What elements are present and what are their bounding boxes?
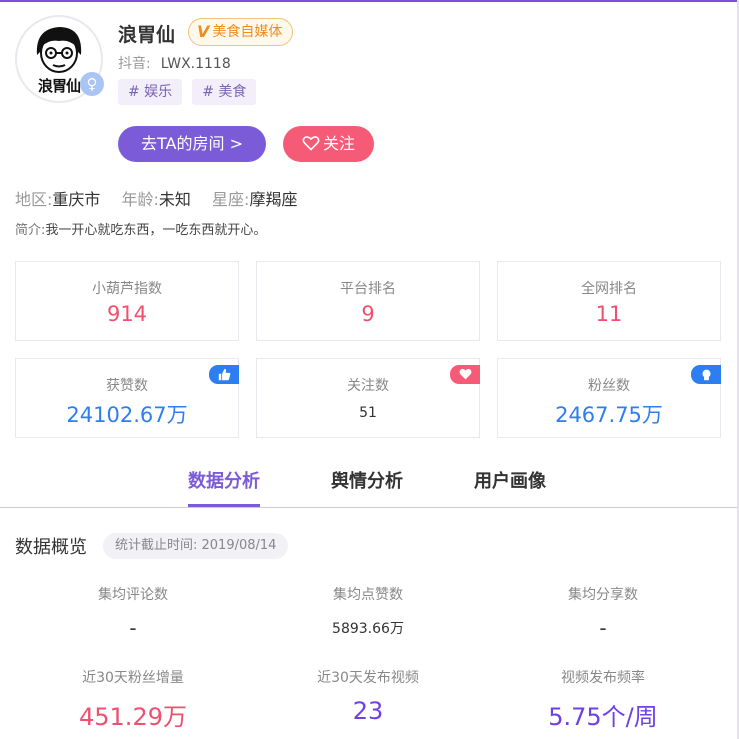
female-icon: ♀: [80, 72, 104, 96]
verified-v-icon: V: [197, 22, 210, 41]
top-accent-line: [0, 0, 739, 2]
region-value: 重庆市: [52, 190, 101, 209]
profile-name: 浪胃仙: [118, 24, 176, 46]
overview-date-badge: 统计截止时间: 2019/08/14: [103, 533, 289, 559]
intro-text: 我一开心就吃东西，一吃东西就开心。: [45, 223, 267, 238]
douyin-id-row: 抖音: LWX.1118: [118, 53, 231, 73]
tab-sentiment-analysis[interactable]: 舆情分析: [331, 466, 403, 507]
stat-value: -: [129, 616, 137, 640]
card-followers: 粉丝数 2467.75万: [497, 358, 721, 438]
stat-label: 集均分享数: [568, 587, 638, 603]
stat-post-frequency: 视频发布频率 5.75个/周: [485, 667, 721, 732]
verified-badge: V 美食自媒体: [188, 18, 294, 46]
stat-videos-posted: 近30天发布视频 23: [250, 667, 486, 725]
tab-data-analysis[interactable]: 数据分析: [188, 466, 260, 507]
card-label: 关注数: [347, 378, 389, 394]
card-value: 2467.75万: [555, 403, 663, 427]
intro-row: 简介:我一开心就吃东西，一吃东西就开心。: [15, 219, 266, 238]
intro-label: 简介:: [15, 223, 46, 238]
age-label: 年龄:: [121, 190, 159, 209]
stat-avg-comments: 集均评论数 -: [15, 584, 251, 640]
card-label: 获赞数: [106, 378, 148, 394]
card-value: 51: [359, 405, 377, 421]
card-likes: 获赞数 24102.67万: [15, 358, 239, 438]
heart-outline-icon: [302, 136, 320, 151]
region-label: 地区:: [15, 190, 53, 209]
card-label: 平台排名: [340, 281, 396, 297]
douyin-id: LWX.1118: [160, 56, 231, 72]
card-label: 粉丝数: [588, 378, 630, 394]
stat-follower-growth: 近30天粉丝增量 451.29万: [15, 667, 251, 732]
stat-avg-shares: 集均分享数 -: [485, 584, 721, 640]
zodiac-value: 摩羯座: [249, 190, 298, 209]
card-global-rank: 全网排名 11: [497, 261, 721, 341]
stat-value: 5893.66万: [332, 621, 404, 637]
stat-avg-likes: 集均点赞数 5893.66万: [250, 584, 486, 638]
tag-item[interactable]: # 娱乐: [118, 79, 183, 105]
overview-title: 数据概览: [15, 537, 87, 558]
stat-label: 近30天粉丝增量: [82, 670, 184, 686]
card-value: 914: [106, 302, 148, 326]
card-value: 11: [595, 302, 623, 326]
stat-value: -: [599, 616, 607, 640]
stat-value: 5.75个/周: [548, 703, 658, 731]
douyin-label: 抖音:: [118, 56, 151, 72]
stat-label: 集均点赞数: [333, 587, 403, 603]
tab-user-profile[interactable]: 用户画像: [474, 466, 546, 507]
stat-label: 视频发布频率: [561, 670, 645, 686]
card-index: 小葫芦指数 914: [15, 261, 239, 341]
tag-item[interactable]: # 美食: [192, 79, 257, 105]
badge-label: 美食自媒体: [212, 24, 283, 40]
follow-label: 关注: [322, 134, 355, 153]
card-value: 24102.67万: [66, 403, 188, 427]
age-value: 未知: [158, 190, 191, 209]
tag-list: # 娱乐 # 美食: [118, 79, 257, 105]
visit-room-button[interactable]: 去TA的房间 >: [118, 126, 266, 162]
card-following: 关注数 51: [256, 358, 480, 438]
card-value: 9: [361, 302, 375, 326]
card-label: 小葫芦指数: [92, 281, 162, 297]
tab-bar: 数据分析 舆情分析 用户画像: [0, 466, 737, 508]
stat-label: 集均评论数: [98, 587, 168, 603]
card-label: 全网排名: [581, 281, 637, 297]
follow-button[interactable]: 关注: [283, 126, 374, 162]
stat-label: 近30天发布视频: [317, 670, 419, 686]
stat-value: 23: [352, 697, 384, 725]
info-row: 地区:重庆市 年龄:未知 星座:摩羯座: [15, 186, 313, 210]
zodiac-label: 星座:: [212, 190, 250, 209]
stat-value: 451.29万: [79, 703, 187, 731]
card-platform-rank: 平台排名 9: [256, 261, 480, 341]
